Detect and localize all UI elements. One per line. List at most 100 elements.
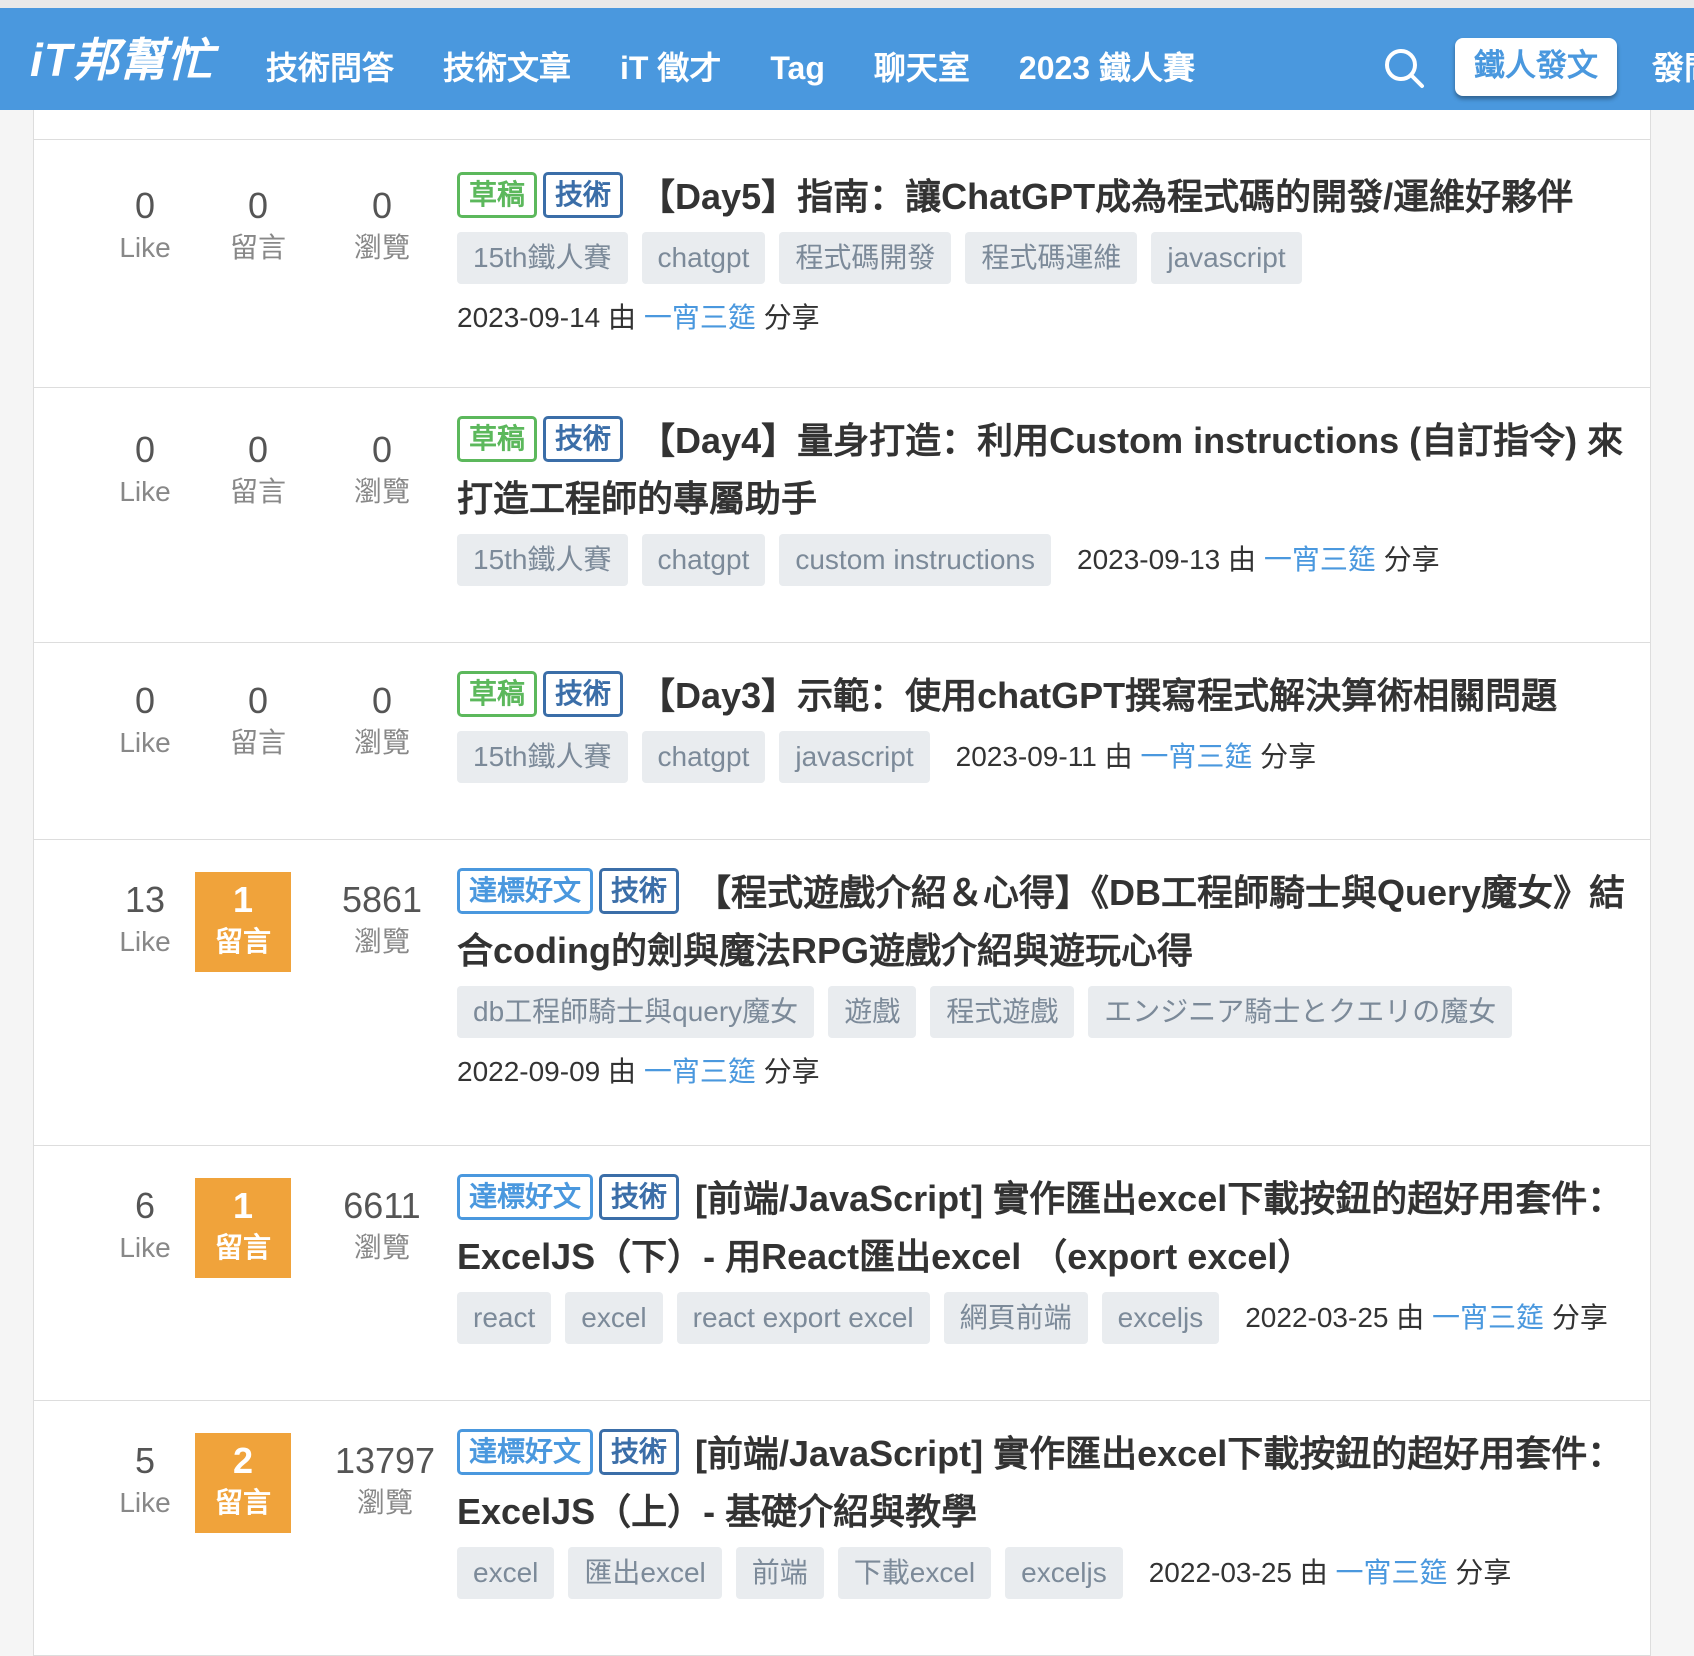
article-date: 2022-03-25 <box>1245 1302 1389 1333</box>
tech-badge: 技術 <box>599 1174 680 1220</box>
comment-number: 0 <box>247 680 269 721</box>
like-count: 0 Like <box>95 184 195 268</box>
author-link[interactable]: 一宵三筵 <box>1336 1557 1448 1588</box>
good-article-badge: 達標好文 <box>457 1429 594 1475</box>
tag[interactable]: db工程師騎士與query魔女 <box>457 986 815 1038</box>
tag-list: 15th鐵人賽 chatgpt custom instructions 2023… <box>457 534 1632 586</box>
like-label: Like <box>119 476 171 507</box>
tag[interactable]: react <box>457 1292 552 1344</box>
article-title-line: 達標好文 技術 [前端/JavaScript] 實作匯出excel下載按鈕的超好用… <box>457 1170 1632 1286</box>
article-date: 2022-09-09 <box>457 1056 601 1087</box>
author-link[interactable]: 一宵三筵 <box>1432 1302 1544 1333</box>
tag[interactable]: custom instructions <box>779 534 1051 586</box>
article-meta: 2022-03-25 由 一宵三筵 分享 <box>1245 1292 1608 1344</box>
share-label: 分享 <box>1260 741 1317 772</box>
tag[interactable]: 15th鐵人賽 <box>457 731 628 783</box>
share-label: 分享 <box>1455 1557 1512 1588</box>
article-date: 2023-09-13 <box>1077 544 1221 575</box>
ask-question-button[interactable]: 發問 <box>1652 38 1694 98</box>
view-label: 瀏覽 <box>353 926 410 957</box>
tag[interactable]: 15th鐵人賽 <box>457 232 628 284</box>
nav-tag[interactable]: Tag <box>770 38 825 98</box>
comment-number: 0 <box>247 429 269 470</box>
like-number: 5 <box>134 1440 156 1481</box>
tag[interactable]: javascript <box>1151 232 1302 284</box>
author-link[interactable]: 一宵三筵 <box>1264 544 1376 575</box>
article-title[interactable]: 【Day4】量身打造：利用Custom instructions (自訂指令) … <box>457 420 1623 519</box>
view-count: 6611 瀏覽 <box>332 1184 432 1268</box>
tag[interactable]: 程式遊戲 <box>930 986 1075 1038</box>
nav-jobs[interactable]: iT 徵才 <box>620 38 721 98</box>
article-title-line: 草稿 技術 【Day3】示範：使用chatGPT撰寫程式解決算術相關問題 <box>457 667 1632 725</box>
comment-number: 1 <box>232 1185 254 1226</box>
article-title[interactable]: 【Day3】示範：使用chatGPT撰寫程式解決算術相關問題 <box>639 675 1557 716</box>
comment-number: 2 <box>232 1440 254 1481</box>
nav-ironman-2023[interactable]: 2023 鐵人賽 <box>1019 38 1195 98</box>
author-link[interactable]: 一宵三筵 <box>644 302 756 333</box>
article-list: 0 Like 0 留言 0 瀏覽 草稿 技術 【Day5】指南：讓ChatGPT成… <box>33 110 1651 1656</box>
view-count: 13797 瀏覽 <box>330 1439 440 1523</box>
tag[interactable]: 遊戲 <box>828 986 917 1038</box>
like-count: 13 Like <box>95 878 195 962</box>
tag[interactable]: 下載excel <box>837 1547 992 1599</box>
nav-tech-qa[interactable]: 技術問答 <box>266 38 394 98</box>
tag[interactable]: chatgpt <box>641 232 766 284</box>
comment-count[interactable]: 1 留言 <box>195 1178 291 1278</box>
comment-count[interactable]: 2 留言 <box>195 1433 291 1533</box>
nav-tech-articles[interactable]: 技術文章 <box>443 38 571 98</box>
tag[interactable]: react export excel <box>676 1292 930 1344</box>
article-meta: 2023-09-13 由 一宵三筵 分享 <box>1077 534 1440 586</box>
draft-badge: 草稿 <box>457 671 538 717</box>
share-label: 分享 <box>763 1056 820 1087</box>
tag[interactable]: excel <box>565 1292 663 1344</box>
share-label: 分享 <box>763 302 820 333</box>
like-label: Like <box>119 926 171 957</box>
tag[interactable]: exceljs <box>1005 1547 1123 1599</box>
good-article-badge: 達標好文 <box>457 868 594 914</box>
tag[interactable]: 前端 <box>735 1547 824 1599</box>
tag[interactable]: 程式碼開發 <box>779 232 952 284</box>
like-count: 0 Like <box>95 679 195 763</box>
comment-label: 留言 <box>229 232 286 263</box>
tag[interactable]: 程式碼運維 <box>965 232 1138 284</box>
search-icon[interactable] <box>1382 46 1426 90</box>
good-article-badge: 達標好文 <box>457 1174 594 1220</box>
comment-count: 0 留言 <box>208 428 308 512</box>
list-top-divider <box>34 110 1650 140</box>
view-label: 瀏覽 <box>353 727 410 758</box>
article-meta: 2022-09-09 由 一宵三筵 分享 <box>457 1046 1632 1098</box>
tag[interactable]: excel <box>457 1547 555 1599</box>
by-label: 由 <box>1104 741 1133 772</box>
site-logo[interactable]: iT邦幫忙 <box>30 30 214 90</box>
view-number: 5861 <box>341 879 423 920</box>
article-title-line: 達標好文 技術 【程式遊戲介紹＆心得】《DB工程師騎士與Query魔女》結合cod… <box>457 864 1632 980</box>
nav-chatroom[interactable]: 聊天室 <box>874 38 970 98</box>
like-label: Like <box>119 727 171 758</box>
tag[interactable]: 15th鐵人賽 <box>457 534 628 586</box>
tag[interactable]: エンジニア騎士とクエリの魔女 <box>1088 986 1513 1038</box>
tag[interactable]: chatgpt <box>641 534 766 586</box>
comment-count[interactable]: 1 留言 <box>195 872 291 972</box>
top-navbar: iT邦幫忙 技術問答 技術文章 iT 徵才 Tag 聊天室 2023 鐵人賽 鐵… <box>0 8 1694 110</box>
draft-badge: 草稿 <box>457 172 538 218</box>
tag[interactable]: exceljs <box>1101 1292 1220 1344</box>
tag[interactable]: javascript <box>779 731 930 783</box>
article-title-line: 草稿 技術 【Day5】指南：讓ChatGPT成為程式碼的開發/運維好夥伴 <box>457 168 1632 226</box>
article-title-line: 草稿 技術 【Day4】量身打造：利用Custom instructions (自… <box>457 412 1632 528</box>
ironman-post-button[interactable]: 鐵人發文 <box>1455 38 1617 96</box>
share-label: 分享 <box>1383 544 1440 575</box>
view-number: 6611 <box>343 1185 421 1226</box>
tag[interactable]: 網頁前端 <box>943 1292 1088 1344</box>
author-link[interactable]: 一宵三筵 <box>644 1056 756 1087</box>
tag-list: excel 匯出excel 前端 下載excel exceljs 2022-03… <box>457 1547 1632 1599</box>
like-number: 13 <box>124 879 166 920</box>
author-link[interactable]: 一宵三筵 <box>1140 741 1252 772</box>
tag[interactable]: 匯出excel <box>568 1547 722 1599</box>
view-number: 0 <box>371 680 393 721</box>
article-item: 0 Like 0 留言 0 瀏覽 草稿 技術 【Day5】指南：讓ChatGPT成… <box>34 140 1650 388</box>
tag[interactable]: chatgpt <box>641 731 766 783</box>
article-meta: 2023-09-14 由 一宵三筵 分享 <box>457 292 1632 344</box>
article-meta: 2022-03-25 由 一宵三筵 分享 <box>1149 1547 1512 1599</box>
article-title[interactable]: 【Day5】指南：讓ChatGPT成為程式碼的開發/運維好夥伴 <box>639 176 1573 217</box>
view-count: 5861 瀏覽 <box>332 878 432 962</box>
